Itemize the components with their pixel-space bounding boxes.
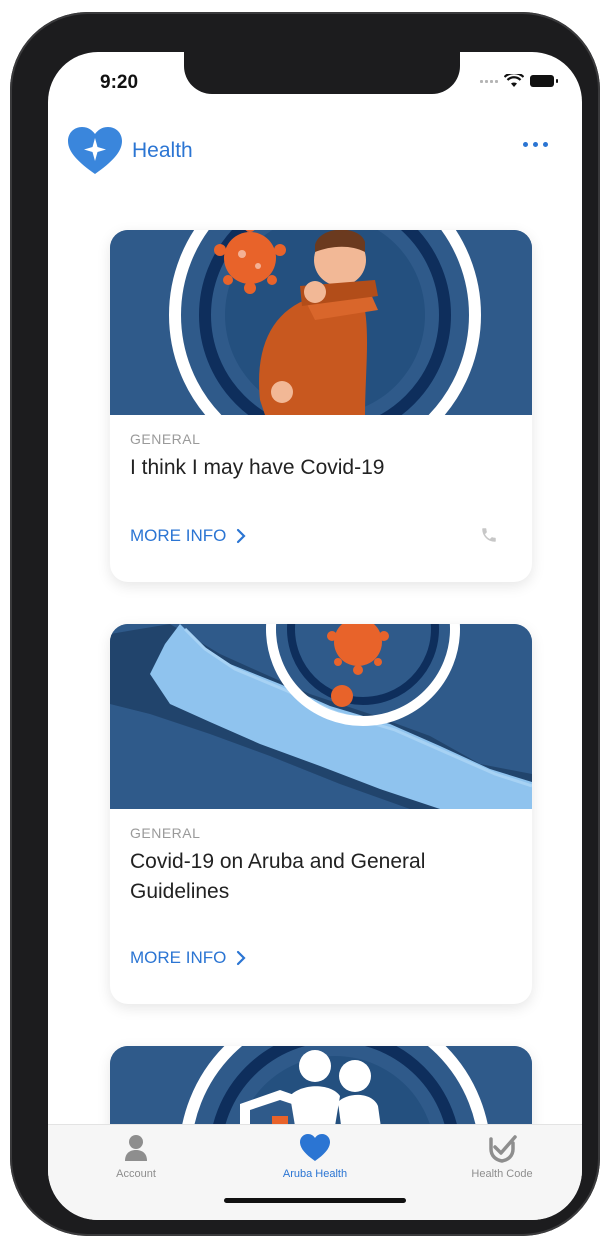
tab-account[interactable]: Account [76, 1133, 196, 1180]
tab-label: Health Code [471, 1168, 533, 1180]
wifi-icon [504, 74, 524, 87]
volume-down-button [16, 357, 22, 447]
heart-icon [300, 1134, 330, 1161]
chevron-right-icon [237, 528, 246, 544]
signal-icon [480, 79, 498, 83]
app-title: Health [132, 139, 193, 162]
volume-up-button [16, 252, 22, 342]
protection-shield-people-illustration [110, 1046, 532, 1124]
phone-icon[interactable] [480, 526, 498, 548]
check-shield-icon [489, 1135, 517, 1163]
card-body: GENERAL I think I may have Covid-19 [110, 415, 532, 483]
phone-frame: 9:20 Health GENERAL I think I may have C… [10, 12, 600, 1236]
card-body: GENERAL Covid-19 on Aruba and General Gu… [110, 809, 532, 907]
card-title: Covid-19 on Aruba and General Guidelines [130, 850, 426, 903]
home-indicator[interactable] [224, 1198, 406, 1203]
more-info-label: MORE INFO [130, 948, 227, 967]
app-header: Health [66, 124, 566, 178]
card-title: I think I may have Covid-19 [130, 456, 385, 479]
more-info-link[interactable]: MORE INFO [130, 526, 246, 546]
tab-health-code[interactable]: Health Code [442, 1133, 562, 1180]
info-card[interactable]: GENERAL Covid-19 on Aruba and General Gu… [110, 624, 532, 1004]
more-info-link[interactable]: MORE INFO [130, 948, 246, 968]
tab-aruba-health[interactable]: Aruba Health [255, 1133, 375, 1180]
card-category: GENERAL [130, 825, 201, 841]
status-icons [480, 74, 558, 88]
tab-label: Aruba Health [282, 1168, 348, 1180]
screen: 9:20 Health GENERAL I think I may have C… [48, 52, 582, 1220]
battery-icon [530, 75, 558, 87]
person-coughing-illustration [110, 230, 532, 415]
tab-bar: Account Aruba Health Health Code [48, 1124, 582, 1220]
card-list[interactable]: GENERAL I think I may have Covid-19 MORE… [48, 202, 582, 1124]
notch [184, 52, 460, 94]
more-info-label: MORE INFO [130, 526, 227, 545]
mute-switch [16, 172, 22, 218]
person-icon [125, 1135, 147, 1161]
info-card[interactable] [110, 1046, 532, 1124]
aruba-map-virus-illustration [110, 624, 532, 809]
heart-star-icon [66, 126, 124, 176]
chevron-right-icon [237, 950, 246, 966]
card-category: GENERAL [130, 431, 201, 447]
status-time: 9:20 [100, 72, 139, 93]
more-options-button[interactable] [523, 142, 548, 147]
tab-label: Account [116, 1168, 156, 1180]
info-card[interactable]: GENERAL I think I may have Covid-19 MORE… [110, 230, 532, 582]
